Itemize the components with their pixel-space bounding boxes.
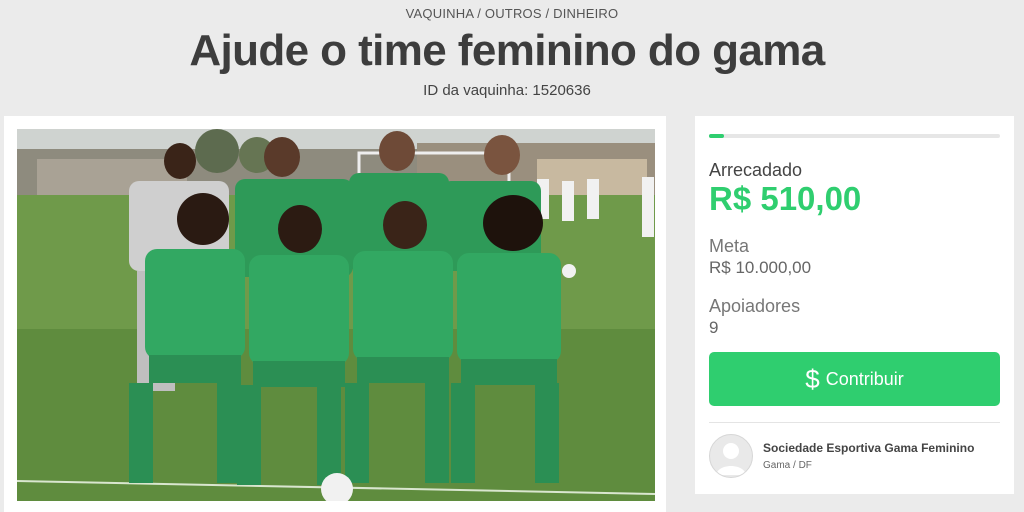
campaign-photo [17, 129, 655, 501]
organizer-location: Gama / DF [763, 460, 812, 471]
supporters-label: Apoiadores [709, 296, 801, 316]
progress-fill [709, 134, 724, 138]
avatar[interactable] [709, 434, 753, 478]
page-title: Ajude o time feminino do gama [189, 26, 825, 75]
supporters-value: 9 [709, 318, 719, 337]
goal-label: Meta [709, 236, 750, 256]
progress-bar [709, 134, 1000, 138]
dollar-icon: $ [805, 364, 820, 394]
campaign-id: ID da vaquinha: 1520636 [423, 82, 591, 99]
breadcrumb[interactable]: VAQUINHA / OUTROS / DINHEIRO [0, 6, 1024, 21]
raised-label: Arrecadado [709, 160, 803, 180]
user-icon [716, 443, 746, 475]
contribute-button[interactable]: $ Contribuir [709, 352, 1000, 406]
donation-panel: Arrecadado R$ 510,00 Meta R$ 10.000,00 A… [695, 116, 1014, 494]
goal-value: R$ 10.000,00 [709, 258, 812, 277]
photo-card [4, 116, 666, 512]
organizer-name[interactable]: Sociedade Esportiva Gama Feminino [763, 441, 974, 455]
raised-value: R$ 510,00 [709, 180, 862, 217]
divider [709, 422, 1000, 423]
contribute-label: Contribuir [825, 368, 904, 389]
